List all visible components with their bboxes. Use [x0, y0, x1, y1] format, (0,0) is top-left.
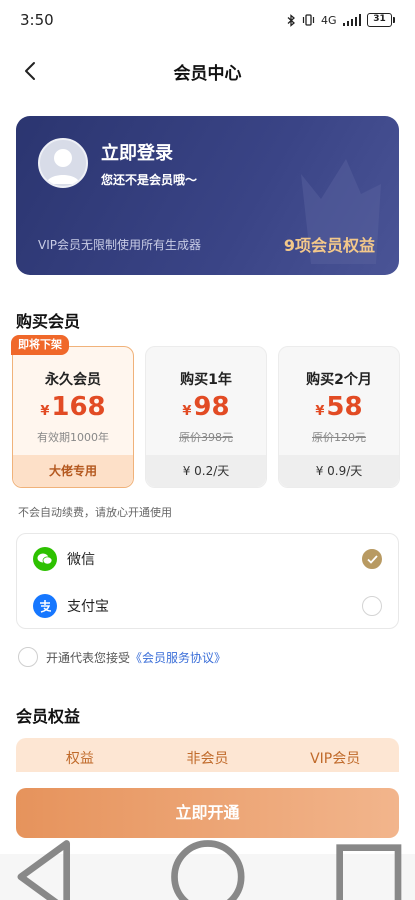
currency-symbol: ¥ — [315, 404, 325, 419]
wechat-icon — [33, 547, 57, 571]
purchase-section-title: 购买会员 — [16, 312, 81, 331]
plan-badge: 即将下架 — [11, 335, 69, 355]
plan-card-2-months[interactable]: 购买2个月 ¥58 原价120元 ¥ 0.9/天 — [278, 346, 400, 488]
wechat-radio-checked[interactable] — [362, 549, 382, 569]
plan-note: 有效期1000年 — [37, 431, 109, 444]
vip-description: VIP会员无限制使用所有生成器 — [38, 238, 201, 252]
plan-name: 购买2个月 — [306, 372, 372, 388]
signal-icon — [342, 14, 361, 26]
benefits-section-title: 会员权益 — [16, 707, 81, 726]
status-time: 3:50 — [20, 11, 54, 29]
member-rights-count[interactable]: 9项会员权益 — [284, 232, 375, 256]
member-card: 立即登录 您还不是会员哦～ VIP会员无限制使用所有生成器 9项会员权益 — [16, 116, 399, 275]
bluetooth-icon — [287, 13, 295, 27]
login-link[interactable]: 立即登录 — [101, 139, 173, 165]
agreement-checkbox[interactable] — [18, 647, 38, 667]
plan-daily-price: ¥ 0.9/天 — [279, 455, 399, 487]
plan-footer: 大佬专用 — [13, 455, 133, 487]
agreement-text: 开通代表您接受 — [46, 650, 131, 665]
column-header-vip: VIP会员 — [310, 751, 361, 767]
plan-price: ¥58 — [279, 392, 399, 422]
currency-symbol: ¥ — [40, 404, 50, 419]
price-value: 98 — [193, 392, 230, 422]
back-arrow-icon[interactable] — [18, 58, 44, 84]
plan-daily-price: ¥ 0.2/天 — [146, 455, 266, 487]
currency-symbol: ¥ — [182, 404, 192, 419]
page-title: 会员中心 — [173, 63, 242, 84]
default-avatar-icon — [46, 149, 80, 184]
plan-card-1-year[interactable]: 购买1年 ¥98 原价398元 ¥ 0.2/天 — [145, 346, 267, 488]
payment-label: 微信 — [67, 552, 95, 568]
check-icon — [366, 554, 378, 564]
payment-label: 支付宝 — [67, 599, 109, 615]
status-icons: 4G 31 — [287, 13, 395, 27]
plan-list: 即将下架 永久会员 ¥168 有效期1000年 大佬专用 购买1年 ¥98 原价… — [11, 335, 402, 489]
alipay-icon — [33, 594, 57, 618]
nav-home-icon[interactable] — [162, 831, 254, 900]
vibrate-icon — [302, 14, 315, 26]
original-price: 原价120元 — [312, 431, 366, 444]
battery-icon: 31 — [367, 13, 395, 27]
price-value: 58 — [326, 392, 363, 422]
plan-name: 永久会员 — [45, 372, 101, 388]
agreement-row: 开通代表您接受 《会员服务协议》 — [18, 647, 226, 667]
plan-name: 购买1年 — [180, 372, 232, 388]
network-type: 4G — [320, 13, 337, 27]
nav-recents-icon[interactable] — [323, 831, 415, 900]
status-bar: 3:50 4G 31 — [0, 0, 415, 40]
avatar[interactable] — [38, 138, 88, 188]
plan-price: ¥168 — [13, 392, 133, 422]
battery-level: 31 — [367, 13, 392, 27]
auto-renew-note: 不会自动续费，请放心开通使用 — [18, 506, 172, 519]
payment-methods: 微信 支付宝 — [16, 533, 399, 629]
column-header-benefit: 权益 — [65, 751, 94, 767]
service-agreement-link[interactable]: 《会员服务协议》 — [130, 649, 226, 666]
alipay-radio[interactable] — [362, 596, 382, 616]
original-price: 原价398元 — [179, 431, 233, 444]
column-header-non-member: 非会员 — [186, 751, 229, 767]
nav-back-icon[interactable] — [0, 831, 92, 900]
system-nav-bar — [0, 840, 415, 900]
payment-option-wechat[interactable]: 微信 — [17, 536, 398, 582]
plan-card-lifetime[interactable]: 即将下架 永久会员 ¥168 有效期1000年 大佬专用 — [11, 335, 134, 488]
nav-bar: 会员中心 — [0, 46, 415, 96]
price-value: 168 — [51, 392, 106, 422]
not-member-text: 您还不是会员哦～ — [101, 173, 198, 187]
plan-price: ¥98 — [146, 392, 266, 422]
payment-option-alipay[interactable]: 支付宝 — [17, 583, 398, 629]
